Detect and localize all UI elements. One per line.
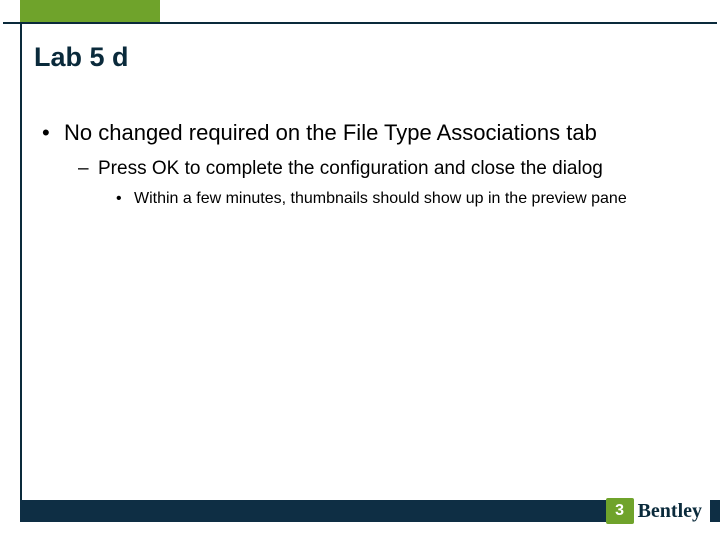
bentley-logo: 3 Bentley <box>606 496 710 526</box>
bullet-level-1: No changed required on the File Type Ass… <box>38 120 690 146</box>
bentley-logo-icon: 3 <box>606 498 634 524</box>
horizontal-rule <box>3 22 717 24</box>
bullet-level-2: Press OK to complete the configuration a… <box>78 158 690 181</box>
slide: Lab 5 d No changed required on the File … <box>0 0 720 540</box>
slide-title: Lab 5 d <box>34 42 129 73</box>
bentley-logo-text: Bentley <box>638 500 706 523</box>
slide-content: No changed required on the File Type Ass… <box>38 120 690 217</box>
top-accent-bar <box>20 0 160 22</box>
bullet-level-3: Within a few minutes, thumbnails should … <box>116 189 690 209</box>
vertical-rule <box>20 22 22 500</box>
